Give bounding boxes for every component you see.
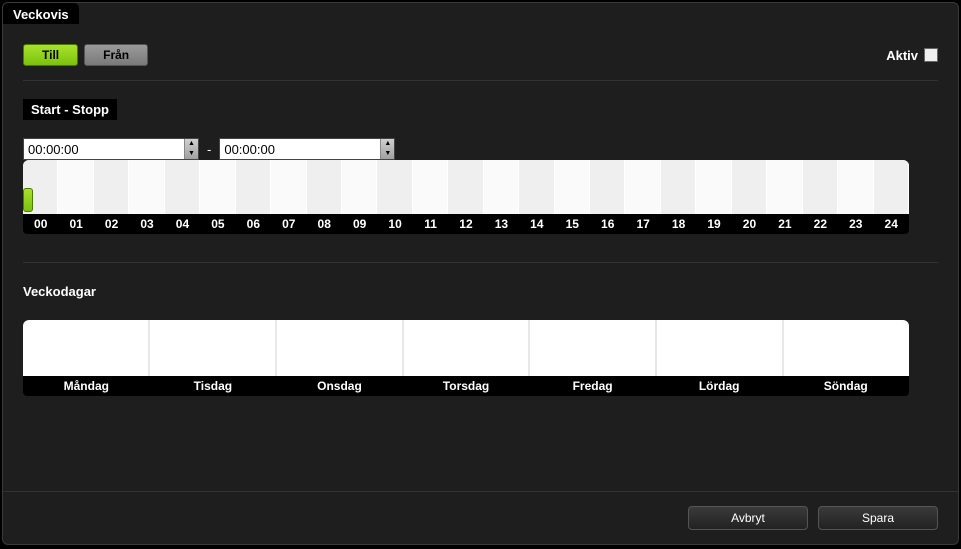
- spinner-down-icon[interactable]: ▼: [381, 149, 394, 159]
- weekday-label: Fredag: [529, 376, 656, 396]
- time-inputs-row: ▲▼ - ▲▼: [23, 138, 938, 160]
- hour-label: 04: [165, 214, 200, 234]
- weekday-label: Tisdag: [150, 376, 277, 396]
- toggle-off-button[interactable]: Från: [84, 44, 148, 66]
- hour-label: 21: [767, 214, 802, 234]
- hour-label: 16: [590, 214, 625, 234]
- weekday-cell-sunday[interactable]: [784, 320, 909, 376]
- weekday-label: Onsdag: [276, 376, 403, 396]
- weekday-label: Torsdag: [403, 376, 530, 396]
- weekday-label: Måndag: [23, 376, 150, 396]
- weekday-label: Söndag: [782, 376, 909, 396]
- toggle-row: Till Från Aktiv: [23, 24, 938, 81]
- timeline-hour-labels: 0001020304050607080910111213141516171819…: [23, 214, 909, 234]
- hour-label: 03: [129, 214, 164, 234]
- hour-label: 07: [271, 214, 306, 234]
- weekdays-heading: Veckodagar: [23, 281, 104, 302]
- hour-label: 10: [377, 214, 412, 234]
- weekday-label: Lördag: [656, 376, 783, 396]
- start-stop-heading: Start - Stopp: [23, 99, 117, 120]
- hour-label: 02: [94, 214, 129, 234]
- active-checkbox[interactable]: [924, 48, 938, 62]
- weekday-cell-friday[interactable]: [530, 320, 657, 376]
- toggle-on-button[interactable]: Till: [23, 44, 78, 66]
- hour-label: 05: [200, 214, 235, 234]
- dialog-footer: Avbryt Spara: [3, 491, 958, 544]
- weekday-cell-monday[interactable]: [23, 320, 150, 376]
- spinner-up-icon[interactable]: ▲: [381, 139, 394, 149]
- hour-label: 01: [58, 214, 93, 234]
- hour-label: 20: [732, 214, 767, 234]
- hour-label: 15: [555, 214, 590, 234]
- timeline-track[interactable]: [23, 160, 909, 214]
- start-time-input[interactable]: [24, 139, 184, 159]
- hour-label: 06: [236, 214, 271, 234]
- start-time-spinner[interactable]: ▲▼: [184, 139, 198, 159]
- weekday-cell-wednesday[interactable]: [277, 320, 404, 376]
- hour-label: 12: [448, 214, 483, 234]
- hour-label: 24: [874, 214, 909, 234]
- time-separator: -: [207, 142, 211, 157]
- weekdays-grid: Måndag Tisdag Onsdag Torsdag Fredag Lörd…: [23, 320, 909, 396]
- timeline-handle[interactable]: [23, 188, 33, 212]
- hour-label: 14: [519, 214, 554, 234]
- spinner-down-icon[interactable]: ▼: [185, 149, 198, 159]
- hour-label: 17: [625, 214, 660, 234]
- hour-label: 13: [484, 214, 519, 234]
- weekday-labels: Måndag Tisdag Onsdag Torsdag Fredag Lörd…: [23, 376, 909, 396]
- dialog-title: Veckovis: [3, 3, 79, 24]
- weekday-cell-saturday[interactable]: [657, 320, 784, 376]
- spinner-up-icon[interactable]: ▲: [185, 139, 198, 149]
- weekday-cell-tuesday[interactable]: [150, 320, 277, 376]
- active-label: Aktiv: [886, 48, 918, 63]
- hour-label: 09: [342, 214, 377, 234]
- weekday-cell-thursday[interactable]: [404, 320, 531, 376]
- cancel-button[interactable]: Avbryt: [688, 506, 808, 530]
- end-time-spinner[interactable]: ▲▼: [380, 139, 394, 159]
- hour-label: 08: [307, 214, 342, 234]
- hour-label: 22: [803, 214, 838, 234]
- end-time-input[interactable]: [220, 139, 380, 159]
- weekly-schedule-dialog: Veckovis Till Från Aktiv Start - Stopp ▲…: [2, 2, 959, 545]
- hour-label: 18: [661, 214, 696, 234]
- hour-label: 19: [696, 214, 731, 234]
- hour-label: 11: [413, 214, 448, 234]
- hour-label: 23: [838, 214, 873, 234]
- hour-label: 00: [23, 214, 58, 234]
- save-button[interactable]: Spara: [818, 506, 938, 530]
- timeline: 0001020304050607080910111213141516171819…: [23, 160, 909, 234]
